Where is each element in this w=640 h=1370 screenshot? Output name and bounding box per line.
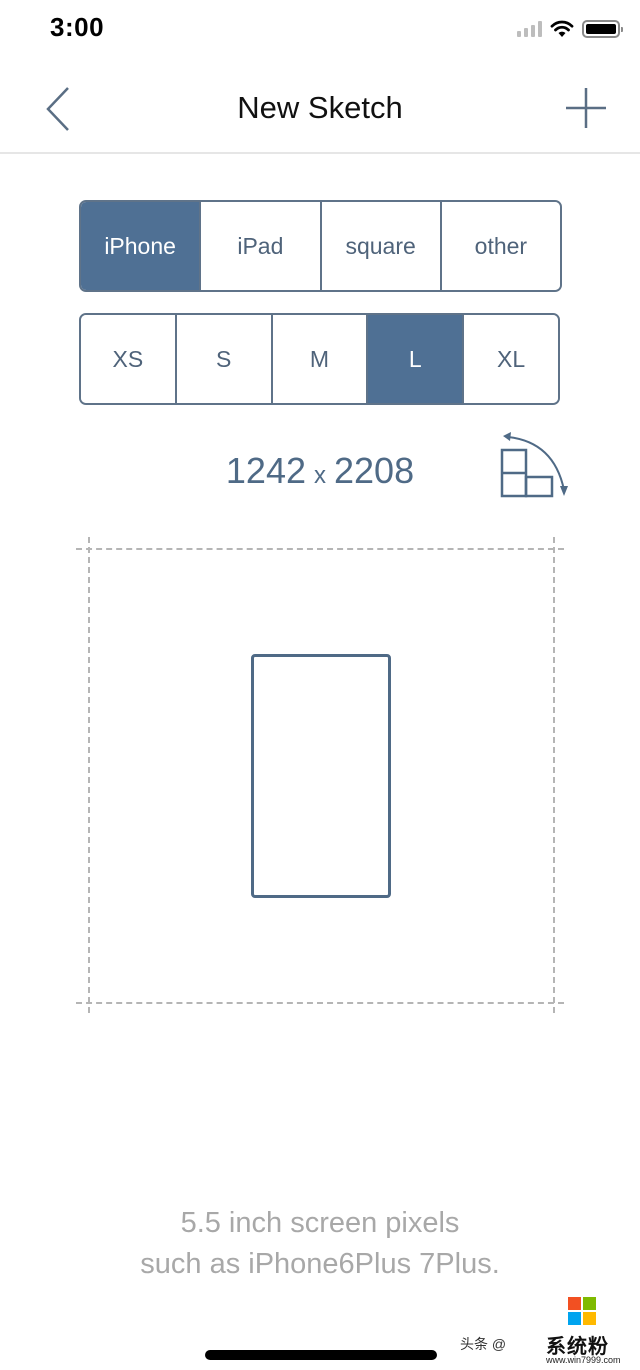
rotate-orientation-button[interactable] <box>494 430 574 504</box>
home-indicator <box>205 1350 437 1360</box>
segment-xl[interactable]: XL <box>464 315 558 403</box>
dimension-height: 2208 <box>334 450 415 491</box>
description-line-2: such as iPhone6Plus 7Plus. <box>140 1248 500 1280</box>
status-time: 3:00 <box>50 12 105 42</box>
segment-s[interactable]: S <box>176 315 273 403</box>
add-button[interactable] <box>564 86 608 130</box>
watermark-url: www.win7999.com <box>546 1355 621 1365</box>
dimension-width: 1242 <box>225 450 306 491</box>
guide-line-left <box>88 537 90 1013</box>
size-segmented-control: XS S M L XL <box>79 313 560 405</box>
page-title: New Sketch <box>237 90 403 125</box>
segment-iphone[interactable]: iPhone <box>81 202 202 290</box>
description-line-1: 5.5 inch screen pixels <box>180 1207 460 1239</box>
segment-m[interactable]: M <box>272 315 369 403</box>
windows-logo-icon <box>568 1297 596 1325</box>
guide-line-right <box>553 537 555 1013</box>
segment-xs[interactable]: XS <box>81 315 177 403</box>
device-type-segmented-control: iPhone iPad square other <box>79 200 562 292</box>
guide-line-top <box>76 548 564 550</box>
status-icons <box>517 18 623 40</box>
segment-ipad[interactable]: iPad <box>201 202 322 290</box>
canvas-preview <box>70 535 570 1015</box>
segment-l[interactable]: L <box>368 315 465 403</box>
watermark: 头条 @ 系统粉 www.win7999.com <box>460 1292 640 1370</box>
dimension-separator: x <box>314 462 326 489</box>
segment-other[interactable]: other <box>441 202 560 290</box>
segment-square[interactable]: square <box>321 202 442 290</box>
size-description: 5.5 inch screen pixels such as iPhone6Pl… <box>0 1203 640 1285</box>
device-outline <box>251 654 391 898</box>
signal-icon <box>517 21 542 37</box>
rotate-orientation-icon <box>500 432 568 498</box>
status-bar: 3:00 <box>0 0 640 60</box>
wifi-icon <box>550 20 574 37</box>
battery-icon <box>582 20 623 38</box>
navigation-bar: New Sketch <box>0 60 640 154</box>
guide-line-bottom <box>76 1002 564 1004</box>
plus-icon <box>566 88 606 128</box>
watermark-text: 头条 @ <box>460 1336 507 1352</box>
